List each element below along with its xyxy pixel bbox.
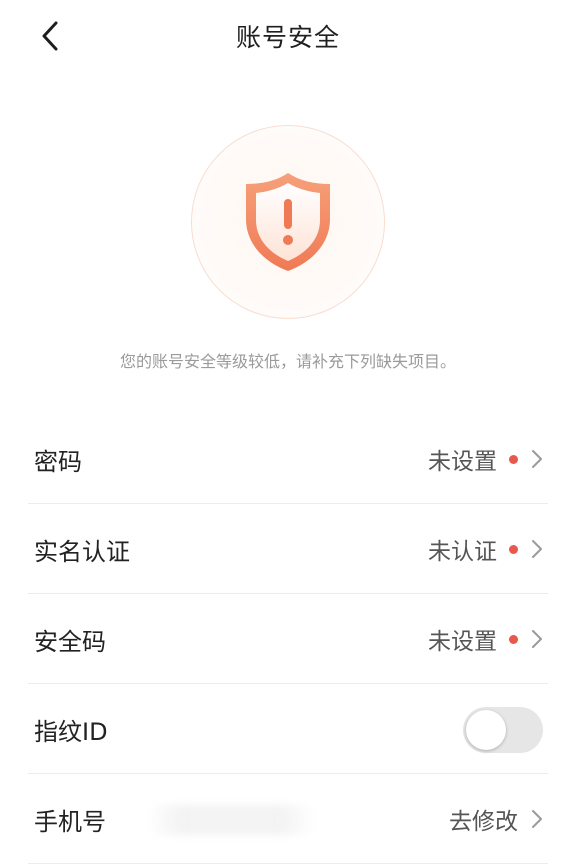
phone-label: 手机号 xyxy=(34,807,106,836)
realname-label: 实名认证 xyxy=(34,537,130,566)
shield-badge xyxy=(191,125,385,319)
security-code-label: 安全码 xyxy=(34,627,106,656)
alert-dot xyxy=(509,634,518,644)
masked-phone-number xyxy=(146,805,316,835)
toggle-knob xyxy=(466,710,506,750)
realname-item[interactable]: 实名认证 未认证 xyxy=(28,505,548,594)
alert-dot xyxy=(509,544,518,554)
chevron-right-icon xyxy=(530,449,544,469)
password-status: 未设置 xyxy=(428,449,497,475)
chevron-right-icon xyxy=(530,809,544,829)
password-label: 密码 xyxy=(34,447,82,476)
password-item[interactable]: 密码 未设置 xyxy=(28,415,548,504)
phone-status: 去修改 xyxy=(449,809,518,835)
security-code-status: 未设置 xyxy=(428,629,497,655)
security-notice: 您的账号安全等级较低，请补充下列缺失项目。 xyxy=(119,352,456,371)
fingerprint-toggle[interactable] xyxy=(463,707,543,753)
security-code-item[interactable]: 安全码 未设置 xyxy=(28,595,548,684)
security-items-list: 密码 未设置 实名认证 未认证 安全码 未设置 指纹ID 手机号 去修改 xyxy=(28,415,548,864)
fingerprint-item: 指纹ID xyxy=(28,685,548,774)
chevron-right-icon xyxy=(530,629,544,649)
shield-warning-icon xyxy=(246,173,330,271)
phone-item[interactable]: 手机号 去修改 xyxy=(28,775,548,864)
alert-dot xyxy=(509,454,518,464)
page-title: 账号安全 xyxy=(235,23,340,52)
chevron-right-icon xyxy=(530,539,544,559)
realname-status: 未认证 xyxy=(428,539,497,565)
fingerprint-label: 指纹ID xyxy=(34,717,108,746)
header: 账号安全 xyxy=(0,0,576,72)
